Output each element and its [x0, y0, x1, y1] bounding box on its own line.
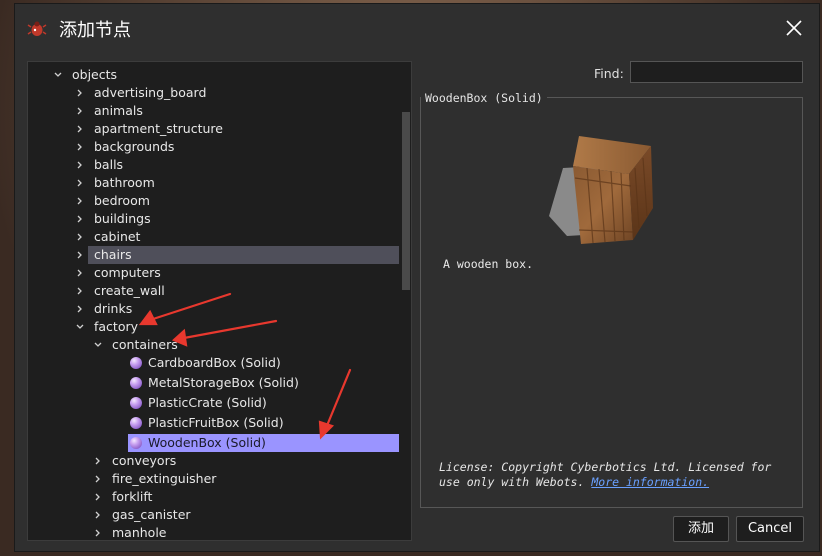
chevron-right-icon[interactable]	[74, 177, 86, 189]
node-info-title: WoodenBox (Solid)	[421, 91, 547, 105]
add-button[interactable]: 添加	[673, 516, 729, 542]
chevron-right-icon[interactable]	[74, 159, 86, 171]
chevron-right-icon[interactable]	[74, 303, 86, 315]
purple-ball-icon	[130, 437, 142, 449]
tree-node-item[interactable]: PlasticCrate (Solid)	[28, 394, 399, 412]
chevron-right-icon[interactable]	[92, 455, 104, 467]
chevron-right-icon[interactable]	[74, 249, 86, 261]
purple-ball-icon	[130, 397, 142, 409]
chevron-right-icon[interactable]	[74, 195, 86, 207]
tree-folder-item[interactable]: cabinet	[28, 228, 399, 246]
tree-folder-item[interactable]: conveyors	[28, 452, 399, 470]
tree-item-label: PlasticFruitBox (Solid)	[148, 415, 284, 430]
wooden-box-preview-image	[549, 136, 653, 244]
title-bar: 添加节点	[15, 4, 819, 49]
tree-item-label: containers	[112, 337, 178, 352]
purple-ball-icon	[130, 377, 142, 389]
cancel-button[interactable]: Cancel	[736, 516, 804, 542]
tree-folder-item[interactable]: objects	[28, 66, 399, 84]
tree-node-item[interactable]: CardboardBox (Solid)	[28, 354, 399, 372]
tree-folder-item[interactable]: buildings	[28, 210, 399, 228]
tree-node-item[interactable]: PlasticFruitBox (Solid)	[28, 414, 399, 432]
tree-item-label: MetalStorageBox (Solid)	[148, 375, 299, 390]
tree-item-label: CardboardBox (Solid)	[148, 355, 281, 370]
find-label: Find:	[594, 66, 624, 81]
purple-ball-icon	[130, 357, 142, 369]
tree-item-label: computers	[94, 265, 161, 280]
tree-item-label: animals	[94, 103, 143, 118]
close-icon	[786, 20, 802, 36]
tree-item-label: bathroom	[94, 175, 155, 190]
chevron-down-icon[interactable]	[92, 339, 104, 351]
chevron-right-icon[interactable]	[92, 473, 104, 485]
chevron-right-icon[interactable]	[74, 267, 86, 279]
add-node-dialog: 添加节点 objects advertising_boardanimals apar…	[14, 3, 820, 552]
chevron-right-icon[interactable]	[92, 527, 104, 539]
chevron-right-icon[interactable]	[74, 285, 86, 297]
tree-node-item[interactable]: WoodenBox (Solid)	[128, 434, 399, 452]
tree-item-label: advertising_board	[94, 85, 207, 100]
close-button[interactable]	[779, 14, 809, 42]
more-information-link[interactable]: More information.	[591, 475, 709, 489]
tree-folder-item[interactable]: advertising_board	[28, 84, 399, 102]
tree-folder-item[interactable]: fire_extinguisher	[28, 470, 399, 488]
tree-item-label: manhole	[112, 525, 167, 540]
tree-item-label: buildings	[94, 211, 151, 226]
chevron-right-icon[interactable]	[74, 213, 86, 225]
dialog-title: 添加节点	[59, 20, 131, 41]
tree-folder-item[interactable]: balls	[28, 156, 399, 174]
tree-item-label: gas_canister	[112, 507, 191, 522]
chevron-right-icon[interactable]	[74, 231, 86, 243]
tree-item-label: PlasticCrate (Solid)	[148, 395, 267, 410]
tree-item-label: chairs	[94, 247, 132, 262]
chevron-right-icon[interactable]	[92, 509, 104, 521]
webots-bug-icon	[27, 19, 47, 39]
tree-item-label: apartment_structure	[94, 121, 223, 136]
chevron-right-icon[interactable]	[74, 87, 86, 99]
tree-folder-item[interactable]: computers	[28, 264, 399, 282]
tree-folder-item[interactable]: factory	[28, 318, 399, 336]
tree-item-label: fire_extinguisher	[112, 471, 217, 486]
tree-folder-item[interactable]: drinks	[28, 300, 399, 318]
chevron-right-icon[interactable]	[74, 141, 86, 153]
tree-folder-item[interactable]: bathroom	[28, 174, 399, 192]
tree-item-label: balls	[94, 157, 124, 172]
tree-item-label: create_wall	[94, 283, 165, 298]
chevron-right-icon[interactable]	[74, 105, 86, 117]
tree-folder-item[interactable]: chairs	[77, 246, 399, 264]
tree-item-label: drinks	[94, 301, 133, 316]
tree-item-label: WoodenBox (Solid)	[148, 435, 266, 450]
chevron-down-icon[interactable]	[74, 321, 86, 333]
tree-item-label: forklift	[112, 489, 153, 504]
tree-item-label: objects	[72, 67, 118, 82]
purple-ball-icon	[130, 417, 142, 429]
tree-node-item[interactable]: MetalStorageBox (Solid)	[28, 374, 399, 392]
tree-item-label: factory	[94, 319, 139, 334]
tree-folder-item[interactable]: containers	[28, 336, 399, 354]
tree-folder-item[interactable]: create_wall	[28, 282, 399, 300]
tree-folder-item[interactable]: bedroom	[28, 192, 399, 210]
tree-folder-item[interactable]: animals	[28, 102, 399, 120]
tree-item-label: conveyors	[112, 453, 177, 468]
tree-item-label: bedroom	[94, 193, 150, 208]
tree-folder-item[interactable]: manhole	[28, 524, 399, 540]
tree-folder-item[interactable]: backgrounds	[28, 138, 399, 156]
find-input[interactable]	[630, 61, 803, 83]
node-tree[interactable]: objects advertising_boardanimals apartment…	[27, 61, 412, 541]
node-tree-list: objects advertising_boardanimals apartment…	[28, 62, 401, 540]
tree-folder-item[interactable]: gas_canister	[28, 506, 399, 524]
chevron-right-icon[interactable]	[74, 123, 86, 135]
tree-item-label: backgrounds	[94, 139, 175, 154]
tree-item-label: cabinet	[94, 229, 141, 244]
chevron-down-icon[interactable]	[52, 69, 64, 81]
chevron-right-icon[interactable]	[92, 491, 104, 503]
tree-folder-item[interactable]: forklift	[28, 488, 399, 506]
tree-scrollbar[interactable]	[401, 62, 411, 540]
tree-scrollbar-thumb[interactable]	[402, 112, 410, 290]
node-description: A wooden box.	[443, 257, 534, 271]
tree-folder-item[interactable]: apartment_structure	[28, 120, 399, 138]
license-text: License: Copyright Cyberbotics Ltd. Lice…	[439, 460, 789, 490]
